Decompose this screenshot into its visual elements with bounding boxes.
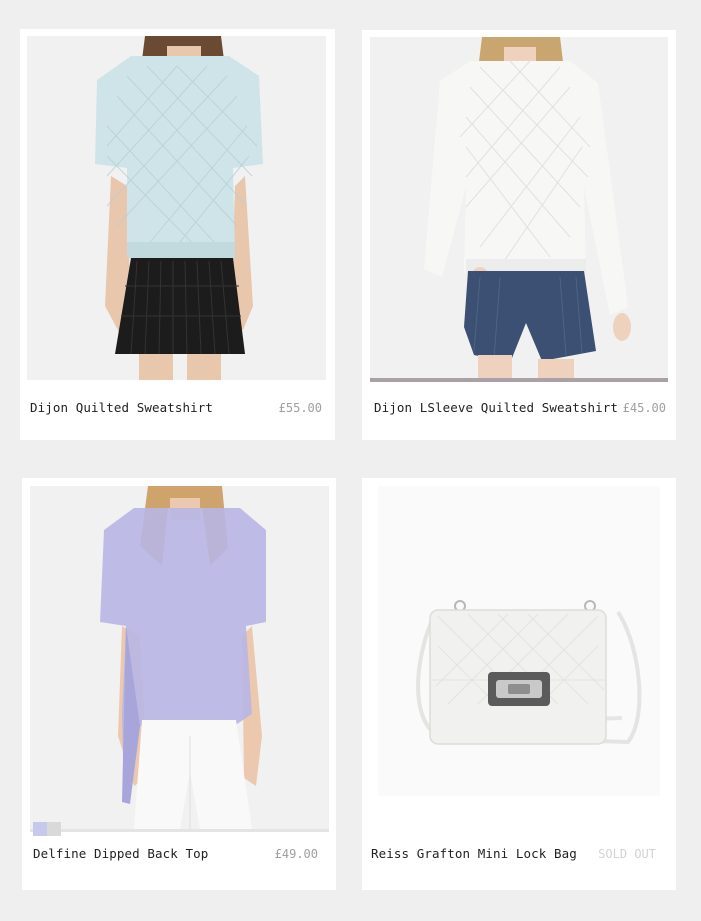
product-name[interactable]: Reiss Grafton Mini Lock Bag: [371, 844, 577, 864]
product-card-dijon-lsleeve-quilted-sweatshirt[interactable]: Dijon LSleeve Quilted Sweatshirt £45.00: [362, 30, 676, 440]
product-image[interactable]: [378, 486, 660, 796]
product-name[interactable]: Delfine Dipped Back Top: [33, 844, 208, 864]
color-swatches: [33, 822, 61, 836]
product-name[interactable]: Dijon Quilted Sweatshirt: [30, 398, 213, 418]
product-card-reiss-grafton-mini-lock-bag[interactable]: Reiss Grafton Mini Lock Bag SOLD OUT: [362, 478, 676, 890]
product-price: £45.00: [622, 401, 666, 415]
image-hover-bar: [370, 378, 668, 382]
image-scroll-track: [30, 829, 329, 832]
product-price: £49.00: [274, 847, 318, 861]
product-image[interactable]: [30, 486, 329, 829]
product-price: £55.00: [278, 401, 322, 415]
product-image[interactable]: [27, 36, 326, 380]
product-card-delfine-dipped-back-top[interactable]: Delfine Dipped Back Top £49.00: [22, 478, 336, 890]
product-name[interactable]: Dijon LSleeve Quilted Sweatshirt: [374, 398, 618, 418]
product-image[interactable]: [370, 37, 668, 379]
product-card-dijon-quilted-sweatshirt[interactable]: Dijon Quilted Sweatshirt £55.00: [20, 29, 335, 440]
swatch-grey[interactable]: [47, 822, 61, 836]
swatch-lilac[interactable]: [33, 822, 47, 836]
sold-out-label: SOLD OUT: [598, 847, 656, 861]
